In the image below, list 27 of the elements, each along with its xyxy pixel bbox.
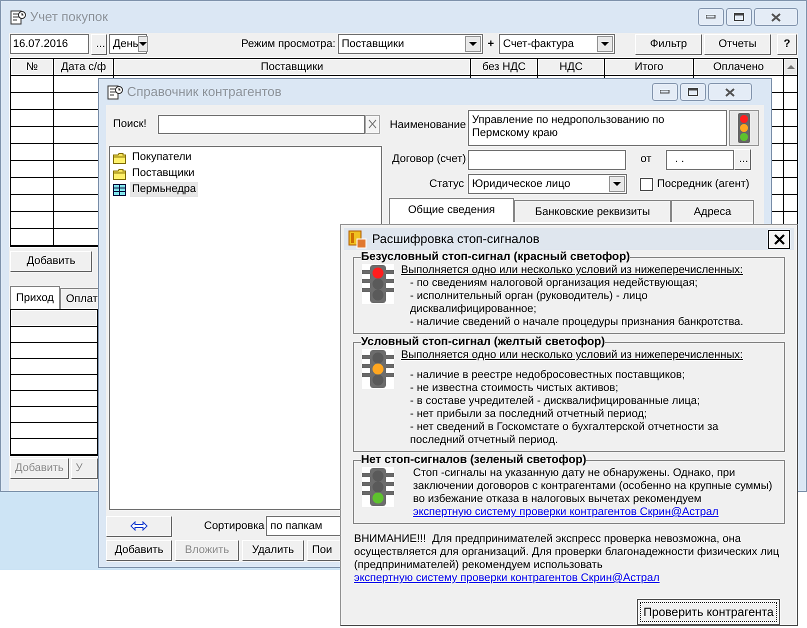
condition-item: - исполнительный орган (руководитель) - лицо дисквалифицированное; bbox=[409, 290, 649, 316]
field-label: Статус bbox=[428, 176, 465, 192]
condition-item: - наличие сведений о начале процедуры признания банкротства. bbox=[409, 316, 744, 329]
group-heading: Нет стоп-сигналов (зеленый светофор) bbox=[361, 453, 586, 467]
view-mode-label: Режим просмотра: bbox=[241, 36, 336, 52]
field-label: Наименование bbox=[388, 118, 467, 133]
condition-item: - наличие в реестре недобросовестных поставщиков; bbox=[409, 369, 686, 382]
plus-sign: + bbox=[486, 36, 495, 52]
window-title: Учет покупок bbox=[30, 8, 109, 26]
dialog-title: Расшифровка стоп-сигналов bbox=[372, 230, 541, 248]
condition-intro: Выполняется одно или несколько условий из нижеперечисленных: bbox=[401, 349, 744, 362]
search-label: Поиск! bbox=[112, 116, 148, 132]
warning-text: ВНИМАНИЕ!!! Для предпринимателей экспресс проверка невозможна, она осуществляется для организаций. Для проверки благонадежности физических лиц (предпринимателей) рекомендуем использовать bbox=[354, 533, 780, 572]
condition-item: - нет прибыли за последний отчетный период; bbox=[409, 408, 648, 421]
window-title: Справочник контрагентов bbox=[127, 83, 283, 102]
condition-item: - нет сведений в Госкомстате о бухгалтерской отчетности за последний отчетный период. bbox=[409, 421, 720, 447]
field-label: Договор (счет) bbox=[391, 152, 467, 168]
field-label: от bbox=[640, 152, 652, 168]
group-heading: Безусловный стоп-сигнал (красный светофор) bbox=[361, 250, 630, 264]
condition-intro: Выполняется одно или несколько условий из нижеперечисленных: bbox=[401, 264, 744, 277]
checkbox-label: Посредник (агент) bbox=[656, 176, 750, 192]
group-heading: Условный стоп-сигнал (желтый светофор) bbox=[361, 335, 605, 349]
condition-item: - не известна стоимость чистых активов; bbox=[409, 382, 620, 395]
paragraph: Стоп -сигналы на указанную дату не обнаружены. Однако, при заключении договоров с контрагентами (особенно на крупные суммы) во избежание отказа в налоговых вычетах рекомендуем bbox=[412, 467, 774, 506]
condition-item: - в составе учредителей - дисквалифицированные лица; bbox=[409, 395, 701, 408]
sort-label: Сортировка bbox=[204, 518, 266, 534]
condition-item: - по сведениям налоговой организация недействующая; bbox=[409, 277, 699, 290]
